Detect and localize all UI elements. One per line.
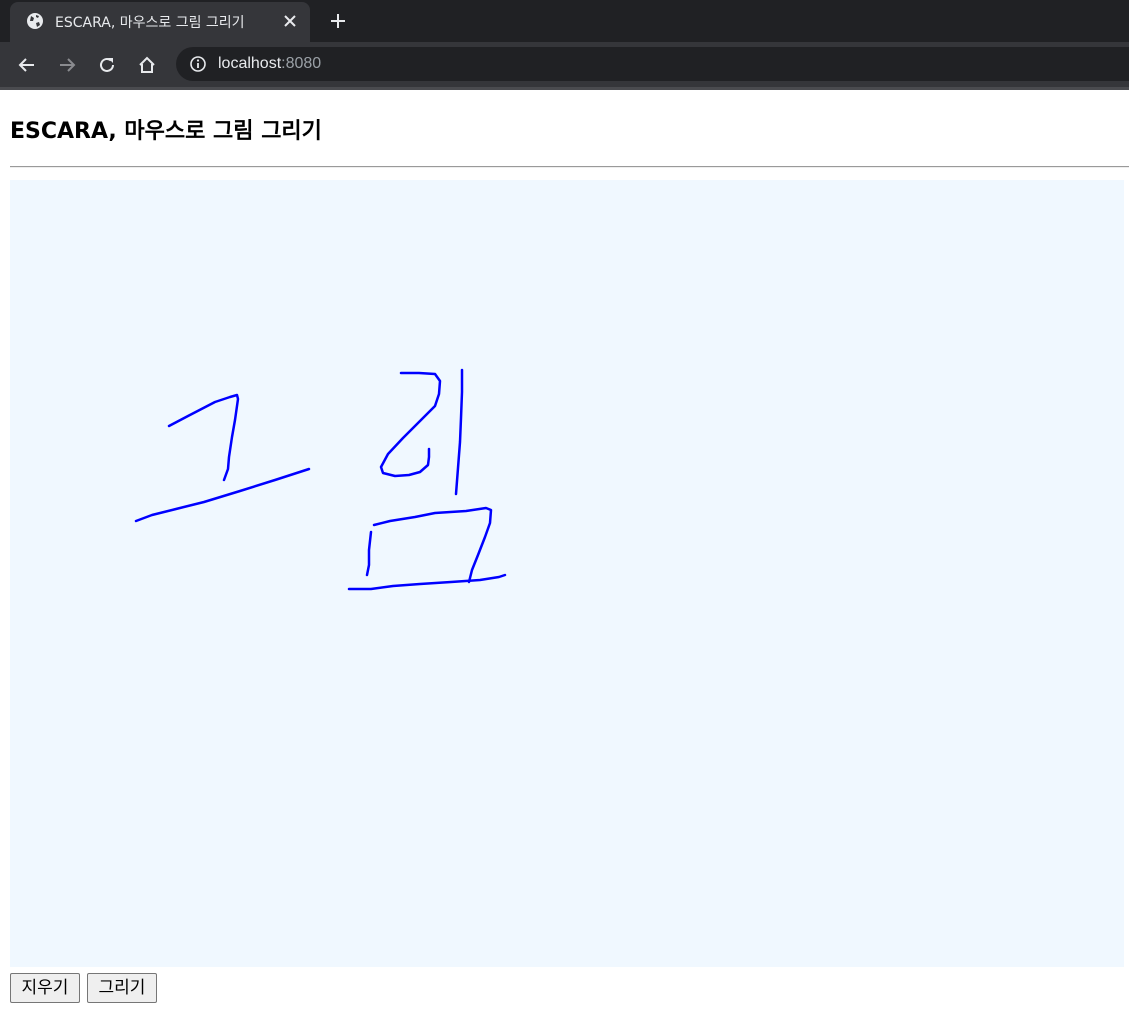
tab-strip: ESCARA, 마우스로 그림 그리기	[0, 0, 1129, 42]
url-port: :8080	[281, 55, 322, 72]
info-icon[interactable]	[189, 55, 207, 73]
close-icon[interactable]	[280, 11, 300, 31]
forward-arrow-icon[interactable]	[53, 51, 81, 79]
page-title: ESCARA, 마우스로 그림 그리기	[10, 119, 322, 144]
home-icon[interactable]	[133, 51, 161, 79]
stroke-m-bottom	[347, 573, 507, 591]
stroke-m-top	[372, 506, 493, 584]
browser-tab[interactable]: ESCARA, 마우스로 그림 그리기	[10, 2, 310, 42]
url-text: localhost:8080	[218, 55, 321, 73]
stroke-g1-top	[167, 393, 240, 482]
stroke-r-loop	[379, 371, 442, 478]
reload-icon[interactable]	[93, 51, 121, 79]
toolbar-divider	[0, 87, 1129, 90]
canvas-drawing	[134, 368, 507, 591]
back-arrow-icon[interactable]	[13, 51, 41, 79]
tab-title: ESCARA, 마우스로 그림 그리기	[55, 15, 245, 31]
erase-button[interactable]: 지우기	[10, 973, 80, 1003]
globe-icon	[26, 12, 44, 30]
url-host: localhost	[218, 55, 282, 72]
horizontal-rule	[10, 166, 1129, 168]
draw-button[interactable]: 그리기	[87, 973, 157, 1003]
stroke-i-vertical	[454, 368, 464, 496]
drawing-canvas[interactable]	[10, 180, 1124, 967]
stroke-m-left	[365, 530, 373, 577]
plus-icon[interactable]	[326, 9, 350, 33]
stroke-g1-bar	[134, 467, 311, 523]
address-bar[interactable]: localhost:8080	[176, 47, 1129, 81]
browser-toolbar: localhost:8080	[0, 42, 1129, 89]
